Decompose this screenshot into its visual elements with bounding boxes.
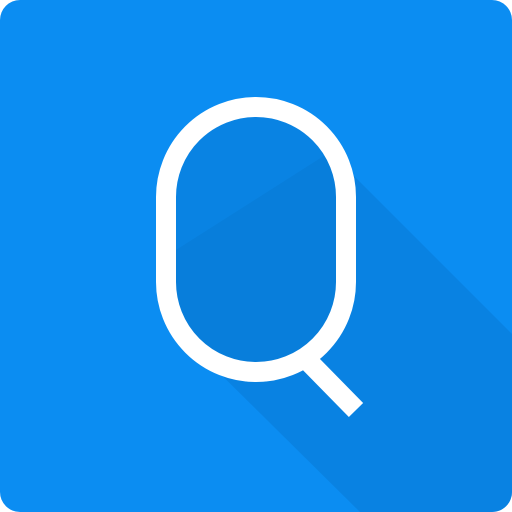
app-icon-container: Q	[0, 0, 512, 512]
q-app-icon[interactable]: Q	[0, 0, 512, 512]
inner-shadow-fill	[176, 112, 336, 368]
